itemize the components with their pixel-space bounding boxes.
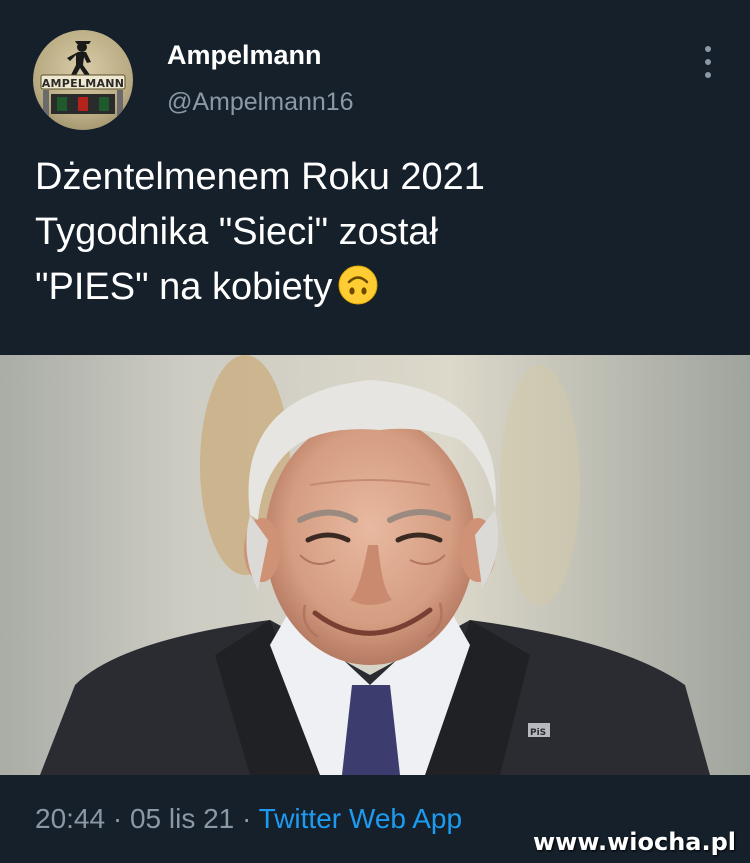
upside-down-face-icon xyxy=(338,265,378,305)
separator: · xyxy=(112,803,123,834)
tweet-photo[interactable]: PiS xyxy=(0,355,750,775)
avatar-logo-text: AMPELMANN xyxy=(41,77,125,90)
more-options-dot xyxy=(705,59,711,65)
tweet-text-line-content: "PIES" na kobiety xyxy=(35,266,333,308)
tweet-text-line: Tygodnika "Sieci" został xyxy=(35,211,438,253)
tweet-date[interactable]: 05 lis 21 xyxy=(130,803,234,834)
more-options-dot xyxy=(705,72,711,78)
tweet-text-line-last: "PIES" na kobiety xyxy=(35,260,715,315)
source-app-link[interactable]: Twitter Web App xyxy=(259,803,462,834)
tweet-text-line: Dżentelmenem Roku 2021 xyxy=(35,156,485,198)
tweet-card: AMPELMANN Ampelmann @Ampelmann16 Dżentel… xyxy=(0,0,750,863)
watermark: www.wiocha.pl xyxy=(532,828,736,856)
display-name[interactable]: Ampelmann xyxy=(167,40,322,71)
lapel-pin-text: PiS xyxy=(530,728,546,738)
user-handle[interactable]: @Ampelmann16 xyxy=(167,88,354,117)
tweet-text: Dżentelmenem Roku 2021 Tygodnika "Sieci"… xyxy=(35,150,715,315)
tweet-time[interactable]: 20:44 xyxy=(35,803,105,834)
separator: · xyxy=(242,803,252,834)
more-options-icon[interactable] xyxy=(698,46,718,78)
avatar[interactable]: AMPELMANN xyxy=(33,30,133,130)
portrait-image: PiS xyxy=(0,355,750,775)
tweet-metadata: 20:44 · 05 lis 21 · Twitter Web App xyxy=(35,803,462,835)
more-options-dot xyxy=(705,46,711,52)
